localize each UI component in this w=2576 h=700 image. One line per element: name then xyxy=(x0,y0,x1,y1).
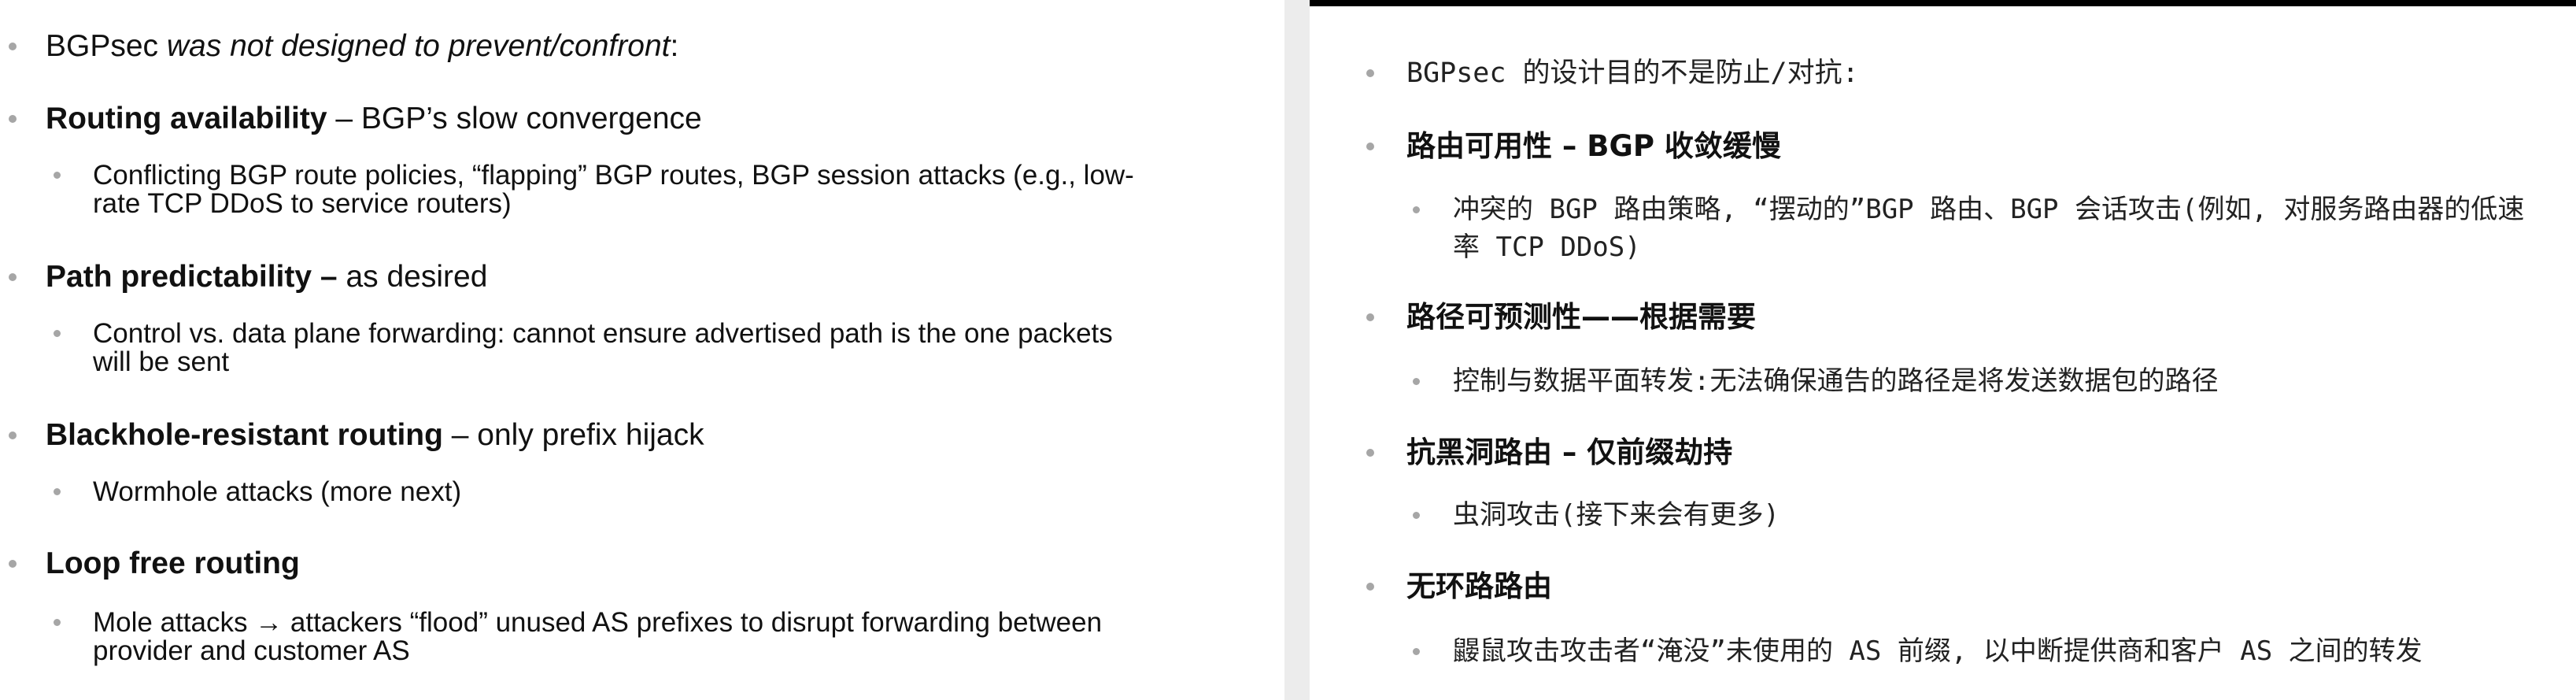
bullet-icon xyxy=(9,273,17,281)
heading-loop-free: Loop free routing xyxy=(46,546,300,580)
bullet-icon xyxy=(1366,313,1374,321)
heading-blackhole-resistant: Blackhole-resistant routing – only prefi… xyxy=(46,418,704,452)
sub-loop-free: Mole attacks → attackers “flood” unused … xyxy=(93,607,1103,666)
slide-comparison: BGPsec was not designed to prevent/confr… xyxy=(0,0,2576,700)
bullet-icon xyxy=(1413,512,1420,519)
bullet-icon xyxy=(1413,378,1420,385)
bullet-icon xyxy=(1413,648,1420,655)
bullet-icon xyxy=(1413,206,1420,213)
heading-path-predictability-zh: 路径可预测性——根据需要 xyxy=(1406,300,1756,334)
bullet-icon xyxy=(1366,449,1374,457)
intro-line: BGPsec was not designed to prevent/confr… xyxy=(46,29,679,63)
bullet-icon xyxy=(54,619,61,626)
bullet-icon xyxy=(54,488,61,495)
intro-line-zh: BGPsec 的设计目的不是防止/对抗: xyxy=(1406,57,1859,89)
heading-loop-free-zh: 无环路路由 xyxy=(1406,569,1552,603)
bullet-icon xyxy=(9,43,17,50)
heading-routing-availability: Routing availability – BGP’s slow conver… xyxy=(46,102,702,135)
bullet-icon xyxy=(9,431,17,439)
bullet-icon xyxy=(9,115,17,123)
sub-routing-availability: Conflicting BGP route policies, “flappin… xyxy=(93,160,1134,219)
heading-routing-availability-zh: 路由可用性 – BGP 收敛缓慢 xyxy=(1406,129,1781,163)
sub-path-predictability-zh: 控制与数据平面转发:无法确保通告的路径是将发送数据包的路径 xyxy=(1453,365,2219,397)
bullet-icon xyxy=(1366,583,1374,591)
pane-divider xyxy=(1284,0,1310,700)
heading-path-predictability: Path predictability – as desired xyxy=(46,260,488,294)
heading-blackhole-resistant-zh: 抗黑洞路由 – 仅前缀劫持 xyxy=(1406,435,1733,469)
chinese-slide: BGPsec 的设计目的不是防止/对抗: 路由可用性 – BGP 收敛缓慢 冲突… xyxy=(1310,0,2576,700)
top-border xyxy=(1310,0,2576,6)
english-slide: BGPsec was not designed to prevent/confr… xyxy=(0,0,1284,700)
bullet-icon xyxy=(54,172,61,179)
sub-path-predictability: Control vs. data plane forwarding: canno… xyxy=(93,318,1113,377)
bullet-icon xyxy=(54,330,61,337)
sub-blackhole-resistant-zh: 虫洞攻击(接下来会有更多) xyxy=(1453,499,1780,531)
bullet-icon xyxy=(9,560,17,568)
bullet-icon xyxy=(1366,69,1374,77)
sub-routing-availability-zh: 冲突的 BGP 路由策略, “摆动的”BGP 路由、BGP 会话攻击(例如, 对… xyxy=(1453,194,2525,263)
bullet-icon xyxy=(1366,143,1374,150)
sub-loop-free-zh: 鼹鼠攻击攻击者“淹没”未使用的 AS 前缀, 以中断提供商和客户 AS 之间的转… xyxy=(1453,635,2423,667)
sub-blackhole-resistant: Wormhole attacks (more next) xyxy=(93,476,462,507)
